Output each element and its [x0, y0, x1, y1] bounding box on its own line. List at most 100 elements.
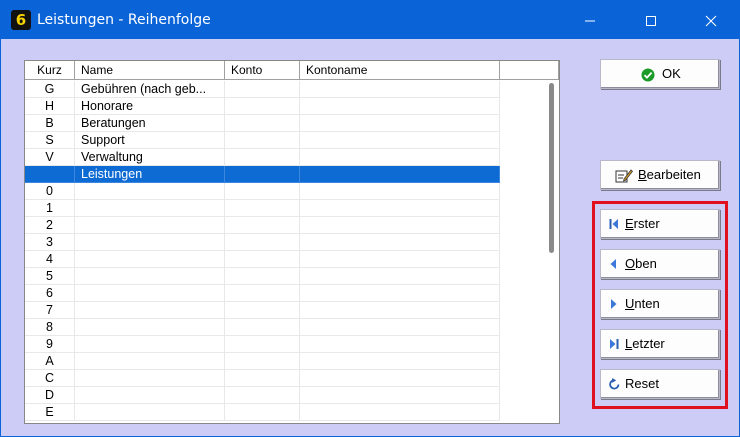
cell-name — [75, 234, 225, 251]
minimize-icon — [585, 20, 595, 21]
cell-name — [75, 285, 225, 302]
cell-konto — [225, 200, 300, 217]
cell-kurz: C — [25, 370, 75, 387]
cell-kurz: A — [25, 353, 75, 370]
minimize-button[interactable] — [567, 1, 613, 39]
dialog-window: 6 Leistungen - Reihenfolge Kurz Name Kon… — [0, 0, 740, 437]
list-row[interactable]: E — [25, 404, 500, 421]
cell-kurz: B — [25, 115, 75, 132]
cell-kurz: 8 — [25, 319, 75, 336]
cell-kurz: E — [25, 404, 75, 421]
bearbeiten-button[interactable]: Bearbeiten — [600, 160, 720, 190]
cell-name: Beratungen — [75, 115, 225, 132]
column-header-kontoname[interactable]: Kontoname — [300, 61, 500, 80]
edit-icon — [615, 169, 633, 183]
cell-kontoname — [300, 251, 500, 268]
ok-button[interactable]: OK — [600, 59, 720, 89]
cell-konto — [225, 370, 300, 387]
cell-kontoname — [300, 234, 500, 251]
cell-kontoname — [300, 285, 500, 302]
list-row[interactable]: D — [25, 387, 500, 404]
cell-konto — [225, 404, 300, 421]
list-row[interactable]: V Verwaltung — [25, 149, 500, 166]
cell-konto — [225, 149, 300, 166]
scrollbar-thumb[interactable] — [549, 83, 554, 253]
cell-kontoname — [300, 98, 500, 115]
maximize-icon — [646, 15, 656, 26]
cell-kurz: 2 — [25, 217, 75, 234]
list-row[interactable]: 0 — [25, 183, 500, 200]
cell-kurz: 0 — [25, 183, 75, 200]
list-row[interactable]: C — [25, 370, 500, 387]
leistungen-list[interactable]: Kurz Name Konto Kontoname G Gebühren (nac… — [24, 60, 560, 424]
list-row[interactable]: 7 — [25, 302, 500, 319]
bearbeiten-label: earbeiten — [646, 167, 701, 182]
column-header-name[interactable]: Name — [75, 61, 225, 80]
cell-name — [75, 336, 225, 353]
cell-name: Leistungen — [75, 166, 225, 183]
cell-name — [75, 353, 225, 370]
list-row[interactable]: S Support — [25, 132, 500, 149]
cell-name — [75, 217, 225, 234]
ok-button-label: OK — [662, 66, 681, 81]
cell-kontoname — [300, 387, 500, 404]
cell-konto — [225, 166, 300, 183]
bearbeiten-accel: B — [638, 167, 647, 182]
cell-konto — [225, 319, 300, 336]
cell-name — [75, 251, 225, 268]
list-row[interactable]: 6 — [25, 285, 500, 302]
cell-name — [75, 370, 225, 387]
list-row[interactable]: H Honorare — [25, 98, 500, 115]
cell-kurz: 3 — [25, 234, 75, 251]
cell-kontoname — [300, 115, 500, 132]
cell-kurz: 1 — [25, 200, 75, 217]
cell-konto — [225, 217, 300, 234]
cell-konto — [225, 234, 300, 251]
cell-name: Gebühren (nach geb... — [75, 81, 225, 98]
cell-kurz: S — [25, 132, 75, 149]
cell-konto — [225, 81, 300, 98]
cell-konto — [225, 183, 300, 200]
cell-konto — [225, 268, 300, 285]
cell-kontoname — [300, 183, 500, 200]
cell-name — [75, 268, 225, 285]
list-row[interactable]: 2 — [25, 217, 500, 234]
cell-kurz: D — [25, 387, 75, 404]
list-row[interactable]: 3 — [25, 234, 500, 251]
title-bar[interactable]: 6 Leistungen - Reihenfolge — [1, 1, 739, 39]
cell-konto — [225, 285, 300, 302]
cell-kurz: 9 — [25, 336, 75, 353]
list-row[interactable]: G Gebühren (nach geb... — [25, 81, 500, 98]
list-row[interactable]: Leistungen — [25, 166, 500, 183]
list-row[interactable]: 4 — [25, 251, 500, 268]
list-header: Kurz Name Konto Kontoname — [25, 61, 559, 80]
close-button[interactable] — [688, 1, 734, 39]
maximize-button[interactable] — [628, 1, 674, 39]
list-row[interactable]: 8 — [25, 319, 500, 336]
window-title: Leistungen - Reihenfolge — [37, 12, 211, 28]
column-header-konto[interactable]: Konto — [225, 61, 300, 80]
list-row[interactable]: A — [25, 353, 500, 370]
cell-konto — [225, 302, 300, 319]
cell-name — [75, 200, 225, 217]
cell-konto — [225, 251, 300, 268]
list-rows: G Gebühren (nach geb... H Honorare B Beratung… — [25, 81, 559, 421]
cell-kontoname — [300, 132, 500, 149]
column-header-filler — [500, 61, 559, 80]
cell-name: Support — [75, 132, 225, 149]
cell-kurz: 4 — [25, 251, 75, 268]
cell-name: Verwaltung — [75, 149, 225, 166]
cell-kurz: H — [25, 98, 75, 115]
column-header-kurz[interactable]: Kurz — [25, 61, 75, 80]
list-row[interactable]: B Beratungen — [25, 115, 500, 132]
list-row[interactable]: 9 — [25, 336, 500, 353]
cell-kontoname — [300, 200, 500, 217]
close-icon — [705, 15, 717, 26]
check-icon — [641, 68, 655, 82]
cell-kontoname — [300, 319, 500, 336]
cell-konto — [225, 336, 300, 353]
list-row[interactable]: 5 — [25, 268, 500, 285]
cell-konto — [225, 353, 300, 370]
list-row[interactable]: 1 — [25, 200, 500, 217]
cell-kurz: 7 — [25, 302, 75, 319]
